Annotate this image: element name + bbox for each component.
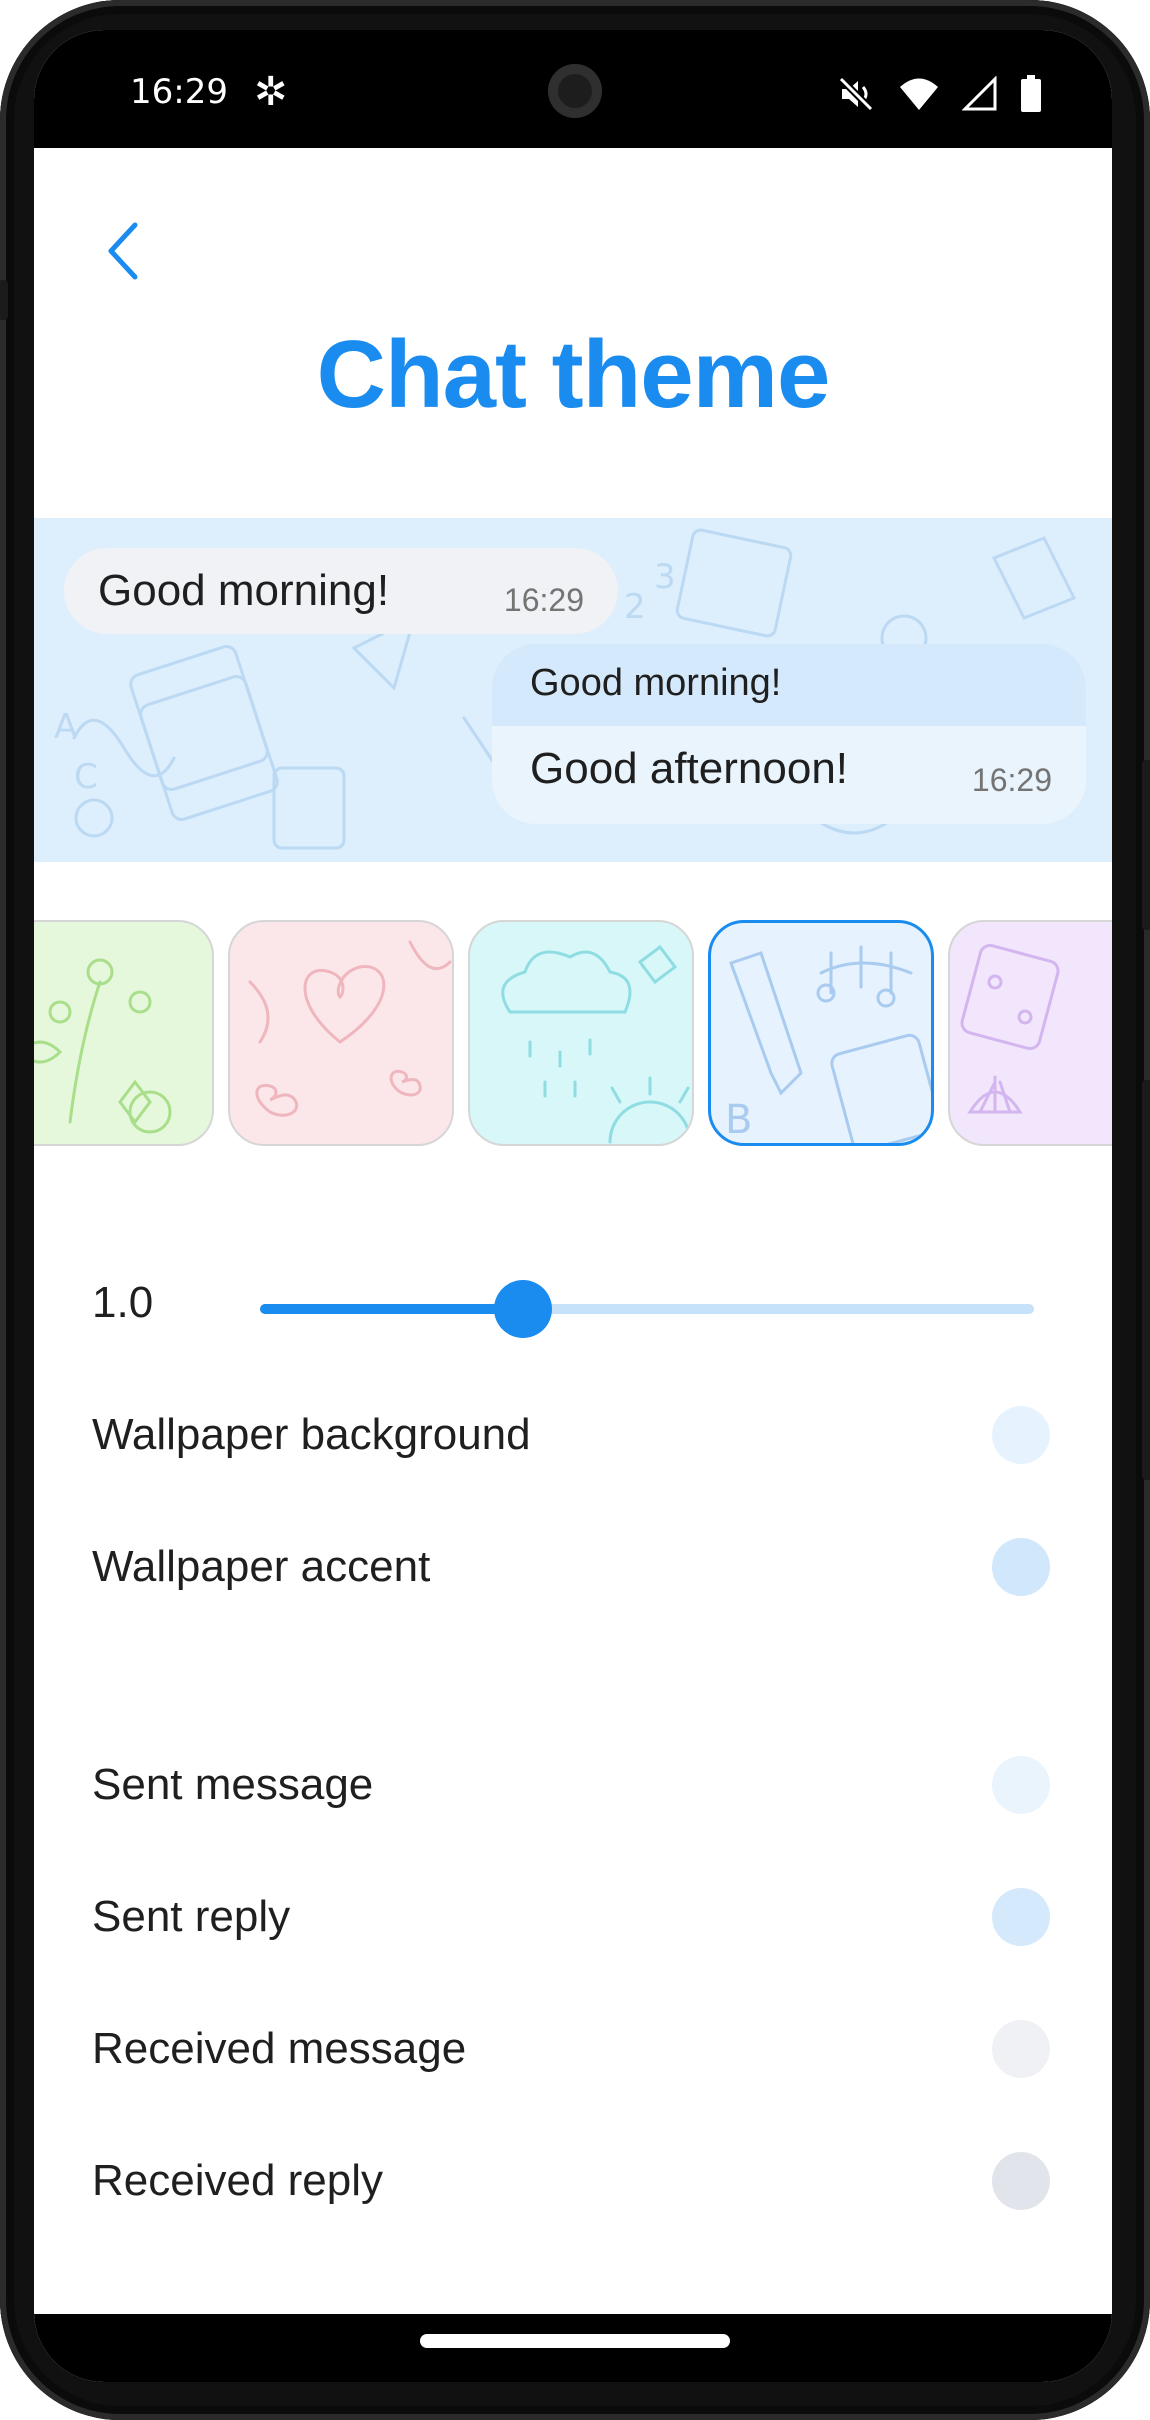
slider-value-label: 1.0 xyxy=(92,1278,154,1327)
incoming-message-text: Good morning! xyxy=(98,566,390,615)
signal-icon xyxy=(962,76,997,111)
navigation-bar xyxy=(34,2314,1112,2382)
setting-sent-message[interactable]: Sent message xyxy=(34,1740,1112,1830)
volume-button xyxy=(1142,1080,1150,1480)
wallpaper-swatch-games[interactable] xyxy=(948,920,1112,1146)
svg-text:B: B xyxy=(725,1097,752,1143)
setting-received-message[interactable]: Received message xyxy=(34,2004,1112,2094)
chevron-left-icon xyxy=(108,222,138,280)
slider-fill xyxy=(260,1304,524,1314)
slider-thumb[interactable] xyxy=(494,1280,553,1338)
quoted-reply-text: Good morning! xyxy=(530,662,782,704)
power-button xyxy=(1142,760,1150,930)
wallpaper-swatch-school[interactable]: B xyxy=(708,920,934,1146)
phone-frame: 16:29 ✲ Chat theme A C 2 3 Good morning!… xyxy=(0,0,1150,2420)
svg-text:2: 2 xyxy=(624,587,646,627)
color-swatch[interactable] xyxy=(992,1888,1050,1946)
chat-preview: A C 2 3 Good morning! 16:29 Good morning… xyxy=(34,518,1112,862)
screen: 16:29 ✲ Chat theme A C 2 3 Good morning!… xyxy=(34,30,1112,2382)
setting-label: Received reply xyxy=(92,2156,384,2205)
page-title: Chat theme xyxy=(316,321,831,428)
setting-label: Received message xyxy=(92,2024,467,2073)
camera-cutout xyxy=(548,64,602,118)
battery-icon xyxy=(1021,75,1041,112)
status-icons xyxy=(836,74,1042,114)
color-swatch[interactable] xyxy=(992,1756,1050,1814)
back-button[interactable] xyxy=(88,206,158,296)
status-time: 16:29 xyxy=(130,72,228,112)
setting-label: Wallpaper background xyxy=(92,1410,531,1459)
wallpaper-swatch-weather[interactable] xyxy=(468,920,694,1146)
quoted-reply: Good morning! xyxy=(492,644,1086,726)
wallpaper-swatch-hearts[interactable] xyxy=(228,920,454,1146)
setting-received-reply[interactable]: Received reply xyxy=(34,2136,1112,2226)
setting-sent-reply[interactable]: Sent reply xyxy=(34,1872,1112,1962)
wallpaper-picker: B xyxy=(34,920,1112,1152)
status-bar: 16:29 ✲ xyxy=(34,30,1112,148)
home-gesture-handle[interactable] xyxy=(420,2334,730,2348)
svg-text:3: 3 xyxy=(654,557,676,597)
incoming-message-bubble: Good morning! 16:29 xyxy=(64,548,618,634)
side-button xyxy=(0,280,8,320)
incoming-message-time: 16:29 xyxy=(503,582,584,618)
color-swatch[interactable] xyxy=(992,1406,1050,1464)
outgoing-message-time: 16:29 xyxy=(971,762,1052,798)
setting-label: Wallpaper accent xyxy=(92,1542,431,1591)
mute-icon xyxy=(838,76,874,112)
app-notification-icon: ✲ xyxy=(254,69,288,115)
setting-label: Sent reply xyxy=(92,1892,291,1941)
wallpaper-swatch-floral[interactable] xyxy=(34,920,214,1146)
svg-text:A: A xyxy=(54,707,77,747)
wallpaper-intensity-slider[interactable] xyxy=(260,1280,1034,1338)
outgoing-message-text: Good afternoon! xyxy=(530,744,849,793)
outgoing-message-bubble: Good morning! Good afternoon! 16:29 xyxy=(492,644,1086,824)
wallpaper-intensity-row: 1.0 xyxy=(34,1268,1112,1348)
setting-wallpaper-background[interactable]: Wallpaper background xyxy=(34,1390,1112,1480)
color-swatch[interactable] xyxy=(992,2020,1050,2078)
setting-wallpaper-accent[interactable]: Wallpaper accent xyxy=(34,1522,1112,1612)
color-swatch[interactable] xyxy=(992,1538,1050,1596)
svg-text:C: C xyxy=(74,757,98,797)
color-swatch[interactable] xyxy=(992,2152,1050,2210)
wifi-icon xyxy=(900,78,938,110)
setting-label: Sent message xyxy=(92,1760,374,1809)
